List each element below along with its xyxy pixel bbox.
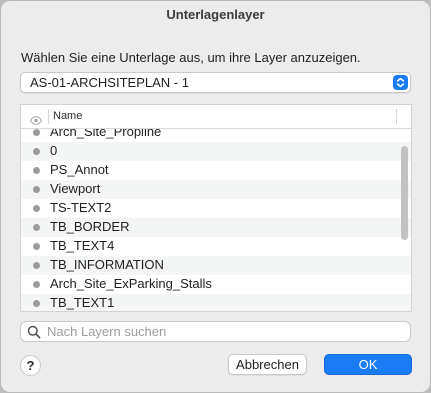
dialog-title: Unterlagenlayer (166, 7, 265, 22)
underlay-select-value: AS-01-ARCHSITEPLAN - 1 (30, 75, 189, 90)
dialog-prompt: Wählen Sie eine Unterlage aus, um ihre L… (21, 50, 361, 65)
visibility-dot-icon[interactable] (33, 186, 40, 193)
visibility-dot-icon[interactable] (33, 300, 40, 307)
cancel-button[interactable]: Abbrechen (228, 354, 307, 375)
layer-name: TB_BORDER (50, 219, 130, 234)
help-button[interactable]: ? (20, 355, 41, 376)
search-icon (27, 325, 41, 344)
visibility-dot-icon[interactable] (33, 224, 40, 231)
visibility-dot-icon[interactable] (33, 148, 40, 155)
layer-row[interactable]: Viewport (21, 180, 411, 199)
chevron-updown-icon (393, 75, 408, 90)
visibility-dot-icon[interactable] (33, 262, 40, 269)
layer-search[interactable] (20, 321, 411, 342)
layer-row[interactable]: 0 (21, 142, 411, 161)
visibility-dot-icon[interactable] (33, 281, 40, 288)
column-divider[interactable] (396, 109, 397, 124)
visibility-dot-icon[interactable] (33, 243, 40, 250)
visibility-dot-icon[interactable] (33, 205, 40, 212)
name-column-header[interactable]: Name (53, 110, 82, 122)
layer-row[interactable]: Arch_Site_ExParking_Stalls (21, 275, 411, 294)
layer-dialog: Unterlagenlayer Wählen Sie eine Unterlag… (0, 0, 431, 393)
layer-name: 0 (50, 143, 58, 158)
search-input[interactable] (47, 322, 402, 341)
scrollbar-thumb[interactable] (401, 146, 408, 240)
layer-name: TS-TEXT2 (50, 200, 112, 215)
layer-table: Name Arch_Site_Propline 0 PS_Annot Viewp… (20, 104, 412, 312)
layer-list: Arch_Site_Propline 0 PS_Annot Viewport T… (21, 123, 411, 311)
layer-name: Viewport (50, 181, 101, 196)
layer-name: Arch_Site_ExParking_Stalls (50, 276, 212, 291)
ok-button[interactable]: OK (324, 354, 412, 375)
layer-row[interactable]: TS-TEXT2 (21, 199, 411, 218)
layer-row[interactable]: TB_TEXT1 (21, 294, 411, 311)
layer-name: TB_TEXT4 (50, 238, 115, 253)
visibility-dot-icon[interactable] (33, 129, 40, 136)
underlay-select[interactable]: AS-01-ARCHSITEPLAN - 1 (20, 72, 411, 93)
column-divider[interactable] (48, 109, 49, 124)
layer-name: TB_TEXT1 (50, 295, 115, 310)
eye-icon[interactable] (30, 112, 42, 130)
visibility-dot-icon[interactable] (33, 167, 40, 174)
layer-name: PS_Annot (50, 162, 109, 177)
table-header: Name (21, 105, 411, 129)
layer-row[interactable]: TB_INFORMATION (21, 256, 411, 275)
layer-row[interactable]: TB_BORDER (21, 218, 411, 237)
layer-row[interactable]: PS_Annot (21, 161, 411, 180)
layer-row[interactable]: TB_TEXT4 (21, 237, 411, 256)
layer-name: TB_INFORMATION (50, 257, 164, 272)
